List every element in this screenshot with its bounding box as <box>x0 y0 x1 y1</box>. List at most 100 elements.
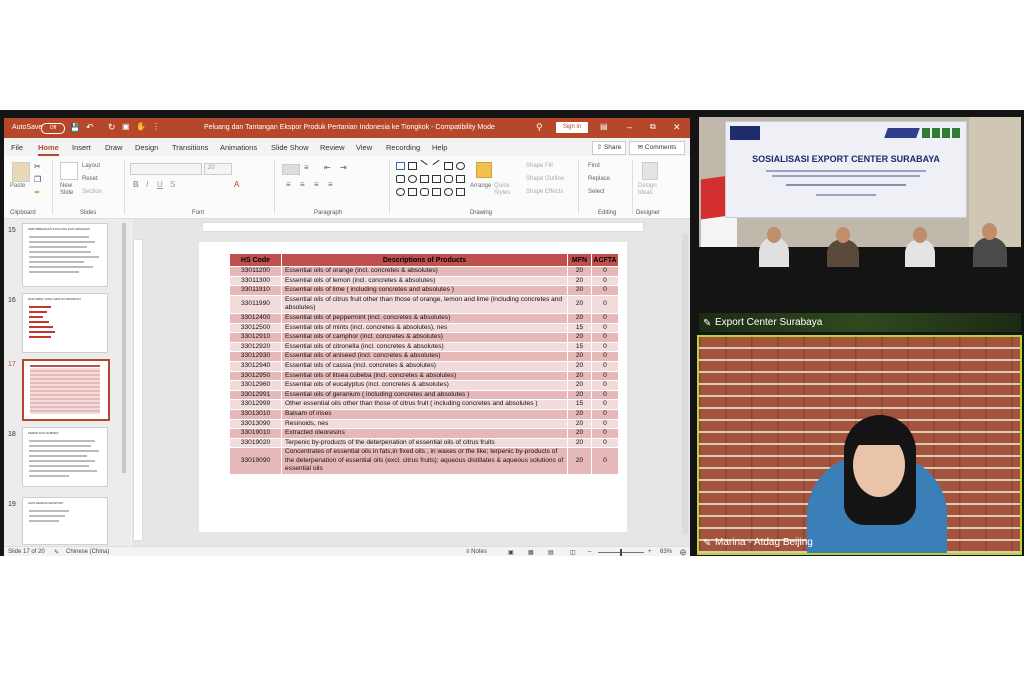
video-tile-export-center[interactable]: SOSIALISASI EXPORT CENTER SURABAYA ✎ Expo… <box>699 117 1021 332</box>
bullets-icon[interactable] <box>282 164 300 175</box>
design-ideas-icon[interactable] <box>642 162 658 180</box>
video-tile-marina[interactable]: ✎ Marina - Atdag Beijing <box>697 335 1022 555</box>
tab-design[interactable]: Design <box>135 143 158 152</box>
copy-icon[interactable]: ❐ <box>34 175 41 184</box>
section-button[interactable]: Section <box>82 189 102 195</box>
numbering-icon[interactable]: ≡ <box>304 163 309 172</box>
tab-review[interactable]: Review <box>320 143 345 152</box>
align-right-icon[interactable]: ≡ <box>314 180 319 189</box>
format-painter-icon[interactable]: ✒ <box>34 188 41 197</box>
divider <box>578 160 579 214</box>
font-size-box[interactable]: 20 <box>204 163 232 175</box>
justify-icon[interactable]: ≡ <box>328 180 333 189</box>
tab-view[interactable]: View <box>356 143 372 152</box>
customize-toolbar-icon[interactable]: ⋮ <box>152 122 160 131</box>
editor-scrollbar[interactable] <box>682 234 688 534</box>
new-slide-button[interactable]: New Slide <box>60 183 82 197</box>
shadow-icon[interactable]: S <box>170 180 175 189</box>
zoom-in-icon[interactable]: + <box>648 549 652 555</box>
minimize-icon[interactable]: – <box>627 122 632 132</box>
restore-icon[interactable]: ⧉ <box>650 122 656 132</box>
tab-file[interactable]: File <box>11 143 23 152</box>
shape-effects-button[interactable]: Shape Effects <box>526 189 563 195</box>
reading-view-icon[interactable]: ▤ <box>548 549 554 556</box>
tab-slide-show[interactable]: Slide Show <box>271 143 309 152</box>
reset-button[interactable]: Reset <box>82 176 98 182</box>
font-color-icon[interactable]: A <box>234 180 239 189</box>
spellcheck-icon[interactable]: ✎ <box>54 549 59 556</box>
tab-help[interactable]: Help <box>432 143 447 152</box>
slide-thumbnail-19[interactable]: AKSI DENGAN EKSPORT <box>22 497 108 545</box>
logo-icon <box>730 126 760 140</box>
search-icon[interactable]: ⚲ <box>536 122 543 133</box>
tab-home[interactable]: Home <box>38 143 59 156</box>
replace-button[interactable]: Replace <box>588 176 610 182</box>
mfn-cell: 20 <box>567 275 592 287</box>
share-button[interactable]: ⇧ Share <box>592 141 626 155</box>
tab-transitions[interactable]: Transitions <box>172 143 208 152</box>
layout-button[interactable]: Layout <box>82 163 100 169</box>
underline-icon[interactable]: U <box>157 180 163 189</box>
present-icon[interactable]: ▣ <box>122 122 130 131</box>
notes-button[interactable]: ≡ Notes <box>466 549 487 555</box>
arrange-button[interactable]: Arrange <box>470 183 491 189</box>
zoom-out-icon[interactable]: – <box>588 549 591 555</box>
zoom-level[interactable]: 63% <box>660 549 672 555</box>
tab-draw[interactable]: Draw <box>105 143 123 152</box>
undo-icon[interactable]: ↶ <box>86 122 94 133</box>
cut-icon[interactable]: ✂ <box>34 162 41 171</box>
align-center-icon[interactable]: ≡ <box>300 180 305 189</box>
design-ideas-button[interactable]: Design Ideas <box>638 183 662 197</box>
align-left-icon[interactable]: ≡ <box>286 180 291 189</box>
tab-insert[interactable]: Insert <box>72 143 91 152</box>
normal-view-icon[interactable]: ▣ <box>508 549 514 556</box>
zoom-slider[interactable] <box>598 549 644 556</box>
slide-thumbnail-15[interactable]: PERTIMBANGAN KUALITAS DAN KEMASAN <box>22 223 108 287</box>
zoom-slider-thumb[interactable] <box>620 549 622 556</box>
close-icon[interactable]: ✕ <box>673 122 681 133</box>
acfta-cell: 0 <box>591 408 619 420</box>
mfn-cell: 20 <box>567 266 592 277</box>
sign-in-button[interactable]: Sign in <box>556 122 588 133</box>
touch-mode-icon[interactable]: ✋ <box>136 122 146 131</box>
slideshow-view-icon[interactable]: ◫ <box>570 549 576 556</box>
bold-icon[interactable]: B <box>133 180 139 189</box>
save-icon[interactable]: 💾 <box>70 123 80 132</box>
description-cell: Essential oils of lime ( including concr… <box>281 285 568 296</box>
autosave-toggle[interactable]: Off <box>41 123 65 134</box>
find-button[interactable]: Find <box>588 163 600 169</box>
font-name-box[interactable] <box>130 163 202 175</box>
slide-thumbnail-16[interactable]: DOKUMEN YANG HARUS DISIAPKAN <box>22 293 108 353</box>
increase-indent-icon[interactable]: ⇥ <box>340 163 347 172</box>
paste-icon[interactable] <box>12 162 30 182</box>
shapes-gallery[interactable] <box>396 159 466 202</box>
slide-sorter-icon[interactable]: ▦ <box>528 549 534 556</box>
select-button[interactable]: Select <box>588 189 605 195</box>
tab-recording[interactable]: Recording <box>386 143 420 152</box>
slides-pane-scrollbar[interactable] <box>122 223 126 473</box>
fit-to-window-icon[interactable]: ⨁ <box>680 549 686 556</box>
language-indicator[interactable]: Chinese (China) <box>66 549 109 555</box>
slides-pane: 15 PERTIMBANGAN KUALITAS DAN KEMASAN 16 … <box>4 219 131 546</box>
current-slide[interactable]: HS Code Descriptions of Products MFN ACF… <box>199 242 627 532</box>
decrease-indent-icon[interactable]: ⇤ <box>324 163 331 172</box>
ribbon-display-icon[interactable]: ▤ <box>600 122 608 131</box>
arrange-icon[interactable] <box>476 162 492 178</box>
status-bar: Slide 17 of 20 ✎ Chinese (China) ≡ Notes… <box>4 546 690 556</box>
table-row: 33013090 Resinoids, nes 20 0 <box>229 418 619 430</box>
mfn-cell: 20 <box>567 285 592 296</box>
acfta-cell: 0 <box>591 294 619 314</box>
hs-code-table[interactable]: HS Code Descriptions of Products MFN ACF… <box>229 253 619 476</box>
shape-fill-button[interactable]: Shape Fill <box>526 163 553 169</box>
italic-icon[interactable]: I <box>146 180 148 189</box>
tab-animations[interactable]: Animations <box>220 143 257 152</box>
paste-button[interactable]: Paste <box>10 183 25 189</box>
shape-outline-button[interactable]: Shape Outline <box>526 176 564 182</box>
thumbnail-title: DOKUMEN YANG HARUS DISIAPKAN <box>28 297 81 301</box>
redo-icon[interactable]: ↻ <box>108 122 116 133</box>
comments-button[interactable]: ✉ Comments <box>629 141 685 155</box>
new-slide-icon[interactable] <box>60 162 78 180</box>
slide-thumbnail-17[interactable] <box>22 359 110 421</box>
quick-styles-button[interactable]: Quick Styles <box>494 183 516 197</box>
slide-thumbnail-18[interactable]: PERAN DAN SUBSIDI <box>22 427 108 487</box>
